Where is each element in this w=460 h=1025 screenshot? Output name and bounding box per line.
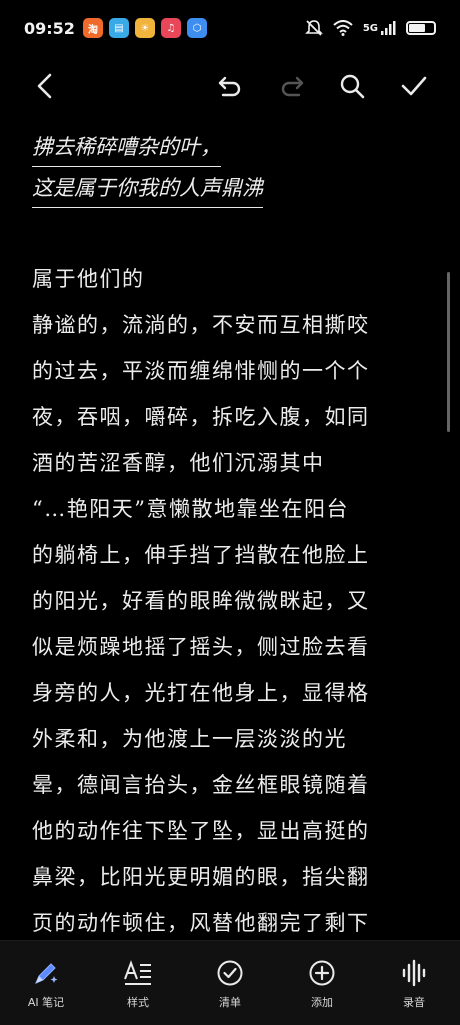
redo-button[interactable] <box>272 66 312 106</box>
store-app-icon: ⬡ <box>186 18 207 38</box>
bottom-toolbar: AI 笔记 样式 清单 添加 录音 <box>0 940 460 1025</box>
body-line: 晕，德闻言抬头，金丝框眼镜随着 <box>32 773 370 797</box>
undo-icon <box>218 76 241 97</box>
body-line: 的阳光，好看的眼眸微微眯起，又 <box>32 589 370 613</box>
redo-icon <box>281 76 304 97</box>
battery-icon <box>406 21 436 35</box>
body-line: 静谧的，流淌的，不安而互相撕咬 <box>32 313 370 337</box>
body-line: 身旁的人，光打在他身上，显得格 <box>32 681 370 705</box>
search-icon <box>340 74 365 99</box>
title-line: 拂去稀碎嘈杂的叶， <box>32 130 221 167</box>
ai-pen-icon <box>35 963 58 984</box>
body-line: 属于他们的 <box>32 267 145 291</box>
mute-icon <box>304 20 323 36</box>
back-button[interactable] <box>25 66 65 106</box>
checklist-button[interactable]: 清单 <box>184 941 276 1025</box>
record-button[interactable]: 录音 <box>368 941 460 1025</box>
body-line: 鼻梁，比阳光更明媚的眼，指尖翻 <box>32 865 370 889</box>
status-bar: 09:52 淘 ▤ ☀ ♫ ⬡ 5G <box>0 0 460 56</box>
editor-toolbar <box>0 58 460 114</box>
add-circle-icon <box>309 960 335 986</box>
body-line: 似是烦躁地摇了摇头，侧过脸去看 <box>32 635 370 659</box>
nav-label: 录音 <box>403 996 425 1009</box>
nav-label: 添加 <box>311 996 333 1009</box>
body-line: 他的动作往下坠了坠，显出高挺的 <box>32 819 370 843</box>
weather-app-icon: ☀ <box>134 18 155 38</box>
text-style-icon <box>124 960 151 985</box>
nav-label: AI 笔记 <box>27 996 65 1009</box>
body-line: 外柔和，为他渡上一层淡淡的光 <box>32 727 347 751</box>
search-button[interactable] <box>332 66 372 106</box>
body-line: 酒的苦涩香醇，他们沉溺其中 <box>32 451 325 475</box>
note-editor[interactable]: 拂去稀碎嘈杂的叶， 这是属于你我的人声鼎沸 属于他们的 静谧的，流淌的，不安而互… <box>32 130 412 946</box>
scrollbar[interactable] <box>447 272 450 432</box>
music-app-icon: ♫ <box>160 18 181 38</box>
confirm-button[interactable] <box>394 66 434 106</box>
ai-note-button[interactable]: AI 笔记 <box>0 941 92 1025</box>
reader-app-icon: ▤ <box>108 18 129 38</box>
nav-label: 清单 <box>219 996 241 1009</box>
add-button[interactable]: 添加 <box>276 941 368 1025</box>
check-icon <box>401 76 427 96</box>
network-type: 5G <box>362 22 378 34</box>
nav-label: 样式 <box>127 996 149 1009</box>
body-line: 夜，吞咽，嚼碎，拆吃入腹，如同 <box>32 405 370 429</box>
wifi-icon <box>333 20 353 36</box>
style-button[interactable]: 样式 <box>92 941 184 1025</box>
body-line: 的躺椅上，伸手挡了挡散在他脸上 <box>32 543 370 567</box>
undo-button[interactable] <box>210 66 250 106</box>
note-body[interactable]: 属于他们的 静谧的，流淌的，不安而互相撕咬 的过去，平淡而缠绵悱恻的一个个 夜，… <box>32 256 412 946</box>
body-line: 的过去，平淡而缠绵悱恻的一个个 <box>32 359 370 383</box>
checklist-icon <box>217 960 243 986</box>
signal-icon <box>381 21 396 35</box>
status-indicators: 5G <box>304 19 436 37</box>
chevron-left-icon <box>37 73 52 99</box>
taobao-app-icon: 淘 <box>82 18 103 38</box>
audio-wave-icon <box>402 959 426 987</box>
body-line: “…艳阳天”意懒散地靠坐在阳台 <box>32 497 349 521</box>
note-title[interactable]: 拂去稀碎嘈杂的叶， 这是属于你我的人声鼎沸 <box>32 130 412 208</box>
status-time: 09:52 <box>24 18 75 38</box>
title-line: 这是属于你我的人声鼎沸 <box>32 171 263 208</box>
